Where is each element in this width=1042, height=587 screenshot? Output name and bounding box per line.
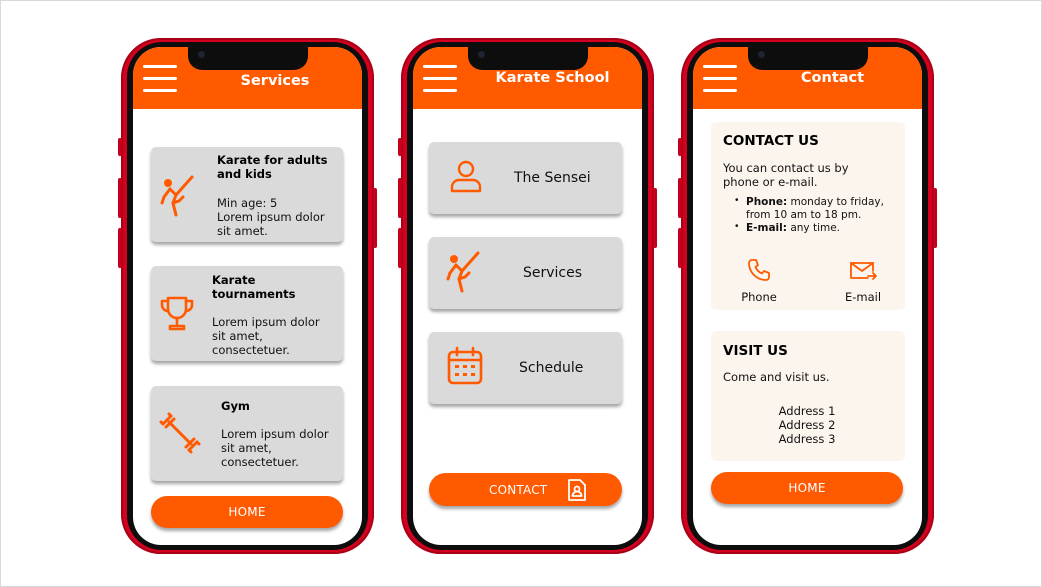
email-icon bbox=[850, 262, 877, 280]
address-line: Address 1 bbox=[778, 404, 836, 418]
email-hours-label: E-mail: bbox=[746, 222, 787, 234]
contact-us-panel: CONTACT US You can contact us by phone o… bbox=[711, 122, 905, 310]
screen-contact: Contact CONTACT US You can contact us by… bbox=[693, 47, 922, 545]
contact-us-heading: CONTACT US bbox=[723, 133, 819, 149]
card-body: Min age: 5 Lorem ipsum dolor sit amet. bbox=[217, 196, 339, 238]
phone-hours: Phone: monday to friday, from 10 am to 1… bbox=[746, 196, 896, 222]
menu-icon[interactable] bbox=[143, 65, 177, 93]
karate-kick-icon bbox=[160, 175, 194, 217]
bullet: • bbox=[735, 221, 739, 232]
camera-icon bbox=[477, 51, 485, 58]
visit-us-panel: VISIT US Come and visit us. Address 1 Ad… bbox=[711, 331, 905, 461]
person-icon bbox=[450, 160, 482, 193]
contact-card-icon bbox=[568, 479, 586, 501]
calendar-icon bbox=[447, 346, 483, 385]
service-card-tournaments[interactable]: Karate tournaments Lorem ipsum dolor sit… bbox=[151, 266, 343, 361]
karate-kick-icon bbox=[446, 251, 480, 293]
bullet: • bbox=[735, 195, 739, 206]
notch bbox=[187, 46, 308, 70]
mute-switch bbox=[118, 138, 122, 156]
phone-button-label: Phone bbox=[741, 290, 777, 304]
menu-item-label: Services bbox=[523, 265, 583, 281]
power-button bbox=[653, 188, 657, 248]
card-body: Lorem ipsum dolor sit amet, consectetuer… bbox=[221, 427, 329, 469]
phone-button[interactable]: Phone bbox=[729, 258, 789, 304]
trophy-icon bbox=[160, 296, 194, 331]
address-line: Address 2 bbox=[778, 418, 836, 432]
dumbbell-icon bbox=[159, 412, 201, 454]
phone-icon bbox=[748, 259, 770, 281]
card-title: Karate for adults and kids bbox=[217, 153, 328, 181]
service-card-gym[interactable]: Gym Lorem ipsum dolor sit amet, consecte… bbox=[151, 386, 343, 481]
volume-up-button bbox=[118, 178, 122, 218]
menu-item-label: The Sensei bbox=[514, 170, 591, 186]
screen-home: Karate School The Sensei Services Schedu… bbox=[413, 47, 642, 545]
card-body-text: Min age: 5 Lorem ipsum dolor sit amet. bbox=[217, 196, 325, 238]
volume-down-button bbox=[398, 228, 402, 268]
menu-item-schedule[interactable]: Schedule bbox=[429, 332, 622, 404]
card-body: Lorem ipsum dolor sit amet, consectetuer… bbox=[212, 315, 320, 357]
menu-item-label: Schedule bbox=[519, 360, 584, 376]
camera-icon bbox=[197, 51, 205, 58]
volume-down-button bbox=[118, 228, 122, 268]
email-hours: E-mail: any time. bbox=[746, 222, 896, 235]
page-title: Services bbox=[240, 73, 310, 89]
mute-switch bbox=[678, 138, 682, 156]
contact-intro: You can contact us by phone or e-mail. bbox=[723, 161, 849, 189]
notch bbox=[467, 46, 588, 70]
power-button bbox=[373, 188, 377, 248]
menu-item-services[interactable]: Services bbox=[429, 237, 622, 309]
visit-intro: Come and visit us. bbox=[723, 370, 830, 384]
power-button bbox=[933, 188, 937, 248]
email-button[interactable]: E-mail bbox=[833, 258, 893, 304]
email-button-label: E-mail bbox=[844, 290, 882, 304]
home-button[interactable]: HOME bbox=[151, 496, 343, 528]
email-hours-text: any time. bbox=[790, 222, 841, 234]
menu-item-sensei[interactable]: The Sensei bbox=[429, 142, 622, 214]
phone-home: Karate School The Sensei Services Schedu… bbox=[398, 38, 657, 554]
phone-services: Services Karate for adults and kids Min … bbox=[118, 38, 377, 554]
screen-services: Services Karate for adults and kids Min … bbox=[133, 47, 362, 545]
menu-icon[interactable] bbox=[703, 65, 737, 93]
home-button[interactable]: HOME bbox=[711, 472, 903, 504]
volume-down-button bbox=[678, 228, 682, 268]
phone-hours-label: Phone: bbox=[746, 196, 788, 208]
volume-up-button bbox=[398, 178, 402, 218]
visit-us-heading: VISIT US bbox=[723, 343, 788, 359]
card-title: Gym bbox=[221, 399, 250, 413]
menu-icon[interactable] bbox=[423, 65, 457, 93]
page-title: Contact bbox=[800, 70, 865, 86]
service-card-karate[interactable]: Karate for adults and kids Min age: 5 Lo… bbox=[151, 147, 343, 242]
contact-button[interactable]: CONTACT bbox=[429, 473, 622, 506]
address-line: Address 3 bbox=[778, 432, 836, 446]
notch bbox=[747, 46, 868, 70]
mute-switch bbox=[398, 138, 402, 156]
camera-icon bbox=[757, 51, 765, 58]
page-title: Karate School bbox=[495, 70, 610, 86]
volume-up-button bbox=[678, 178, 682, 218]
contact-button-label: CONTACT bbox=[489, 483, 548, 497]
phone-contact: Contact CONTACT US You can contact us by… bbox=[678, 38, 937, 554]
card-title: Karate tournaments bbox=[212, 273, 296, 301]
